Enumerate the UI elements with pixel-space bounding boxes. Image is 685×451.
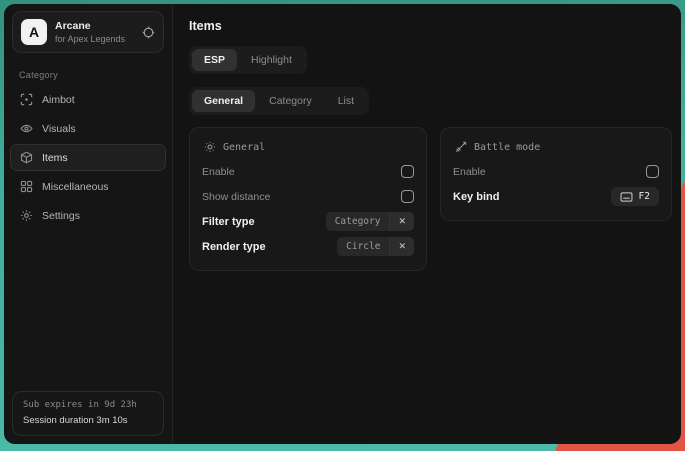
box-icon — [20, 151, 33, 164]
grid-icon — [20, 180, 33, 193]
panels-row: General Enable Show distance Filter type… — [189, 127, 672, 271]
show-distance-checkbox[interactable] — [401, 190, 414, 203]
sidebar-nav: Aimbot Visuals Items — [4, 86, 172, 229]
mode-tab-row: ESP Highlight — [189, 46, 672, 74]
setting-row-show-distance: Show distance — [202, 184, 414, 209]
app-subtitle: for Apex Legends — [55, 34, 125, 44]
sidebar-item-settings[interactable]: Settings — [10, 202, 166, 229]
app-meta: Arcane for Apex Legends — [55, 20, 125, 44]
setting-label: Filter type — [202, 216, 255, 228]
setting-label: Show distance — [202, 191, 270, 203]
sidebar-item-items[interactable]: Items — [10, 144, 166, 171]
page-title: Items — [189, 19, 672, 33]
sidebar-item-aimbot[interactable]: Aimbot — [10, 86, 166, 113]
setting-row-render-type: Render type Circle ✕ — [202, 234, 414, 259]
mode-tab-group: ESP Highlight — [189, 46, 307, 74]
sword-icon — [455, 141, 467, 153]
crosshair-icon — [20, 93, 33, 106]
key-bind-button[interactable]: F2 — [611, 187, 659, 206]
render-type-value: Circle — [337, 237, 389, 256]
setting-row-battle-enable: Enable — [453, 159, 659, 184]
general-panel-title: General — [223, 142, 265, 153]
eye-icon — [20, 122, 33, 135]
app-header-card: A Arcane for Apex Legends — [12, 11, 164, 53]
render-type-select[interactable]: Circle ✕ — [337, 237, 414, 256]
target-icon[interactable] — [142, 26, 155, 39]
session-duration-text: Session duration 3m 10s — [23, 415, 153, 426]
setting-label: Enable — [453, 166, 486, 178]
category-label: Category — [19, 70, 172, 80]
tab-category[interactable]: Category — [257, 90, 324, 112]
tab-general[interactable]: General — [192, 90, 255, 112]
filter-type-value: Category — [326, 212, 390, 231]
sidebar-item-label: Visuals — [42, 123, 76, 135]
tab-list[interactable]: List — [326, 90, 366, 112]
setting-row-enable: Enable — [202, 159, 414, 184]
setting-label: Key bind — [453, 191, 499, 203]
sun-icon — [204, 141, 216, 153]
app-logo: A — [21, 19, 47, 45]
sub-expires-text: Sub expires in 9d 23h — [23, 400, 153, 410]
filter-type-select[interactable]: Category ✕ — [326, 212, 414, 231]
sidebar-item-label: Settings — [42, 210, 80, 222]
app-window: A Arcane for Apex Legends Category — [4, 4, 681, 444]
key-bind-value: F2 — [639, 191, 650, 202]
setting-label: Enable — [202, 166, 235, 178]
sidebar-item-label: Aimbot — [42, 94, 75, 106]
close-icon[interactable]: ✕ — [389, 237, 414, 256]
sidebar-item-visuals[interactable]: Visuals — [10, 115, 166, 142]
view-tab-row: General Category List — [189, 87, 672, 115]
enable-checkbox[interactable] — [401, 165, 414, 178]
tab-highlight[interactable]: Highlight — [239, 49, 304, 71]
battle-enable-checkbox[interactable] — [646, 165, 659, 178]
setting-label: Render type — [202, 241, 266, 253]
sidebar-item-label: Items — [42, 152, 68, 164]
general-panel: General Enable Show distance Filter type… — [189, 127, 427, 271]
battle-panel-title: Battle mode — [474, 142, 540, 153]
battle-mode-panel: Battle mode Enable Key bind — [440, 127, 672, 221]
tab-esp[interactable]: ESP — [192, 49, 237, 71]
main-content: Items ESP Highlight General Category Lis… — [173, 4, 681, 444]
sidebar-item-miscellaneous[interactable]: Miscellaneous — [10, 173, 166, 200]
setting-row-filter-type: Filter type Category ✕ — [202, 209, 414, 234]
battle-panel-header: Battle mode — [455, 141, 659, 153]
sidebar: A Arcane for Apex Legends Category — [4, 4, 173, 444]
sidebar-item-label: Miscellaneous — [42, 181, 109, 193]
view-tab-group: General Category List — [189, 87, 369, 115]
general-panel-header: General — [204, 141, 414, 153]
app-name: Arcane — [55, 20, 125, 32]
keyboard-icon — [620, 192, 633, 202]
gear-icon — [20, 209, 33, 222]
close-icon[interactable]: ✕ — [389, 212, 414, 231]
subscription-card: Sub expires in 9d 23h Session duration 3… — [12, 391, 164, 436]
setting-row-key-bind: Key bind F2 — [453, 184, 659, 209]
